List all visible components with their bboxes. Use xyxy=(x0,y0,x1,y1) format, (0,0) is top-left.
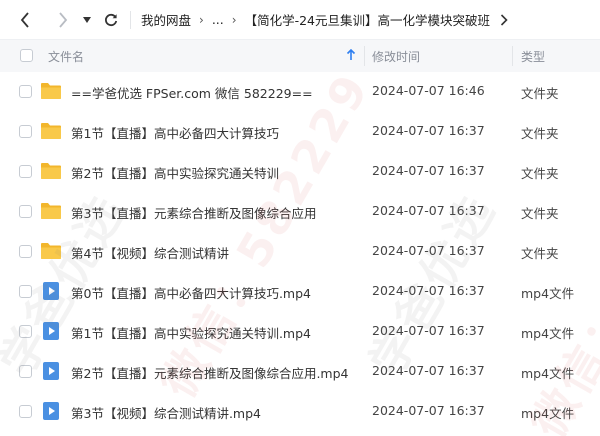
file-row[interactable]: ==学爸优选 FPSer.com 微信 582229== 2024-07-07 1… xyxy=(0,72,600,112)
row-checkbox[interactable] xyxy=(19,365,32,378)
file-type: 文件夹 xyxy=(521,206,559,221)
file-row[interactable]: 第2节【直播】高中实验探究通关特训 2024-07-07 16:37 文件夹 xyxy=(0,152,600,192)
file-name[interactable]: 第2节【直播】元素综合推断及图像综合应用.mp4 xyxy=(71,363,349,382)
folder-icon xyxy=(40,81,62,101)
video-file-icon xyxy=(40,281,62,301)
file-type: mp4文件 xyxy=(521,406,575,421)
breadcrumb: 我的网盘 › ... › 【简化学-24元旦集训】高一化学模块突破班 xyxy=(141,10,508,29)
breadcrumb-ellipsis[interactable]: ... xyxy=(212,12,224,27)
modified-time: 2024-07-07 16:37 xyxy=(372,403,485,418)
row-checkbox[interactable] xyxy=(19,85,32,98)
breadcrumb-root[interactable]: 我的网盘 xyxy=(141,10,191,29)
file-type: 文件夹 xyxy=(521,246,559,261)
file-row[interactable]: 第1节【直播】高中实验探究通关特训.mp4 2024-07-07 16:37 mp4… xyxy=(0,312,600,352)
refresh-icon xyxy=(105,13,118,26)
video-file-icon xyxy=(40,401,62,421)
folder-icon xyxy=(40,241,62,261)
modified-time: 2024-07-07 16:37 xyxy=(372,123,485,138)
file-name[interactable]: 第3节【直播】元素综合推断及图像综合应用 xyxy=(71,203,316,222)
nav-divider xyxy=(130,10,131,29)
row-checkbox[interactable] xyxy=(19,125,32,138)
video-file-icon xyxy=(40,321,62,341)
select-all-checkbox[interactable] xyxy=(20,49,33,62)
file-type: 文件夹 xyxy=(521,86,559,101)
modified-time: 2024-07-07 16:37 xyxy=(372,323,485,338)
file-name[interactable]: 第4节【视频】综合测试精讲 xyxy=(71,243,229,262)
sort-ascending-icon[interactable] xyxy=(346,48,356,64)
back-button[interactable] xyxy=(16,11,34,29)
file-type: mp4文件 xyxy=(521,286,575,301)
column-divider[interactable] xyxy=(364,46,365,66)
file-name[interactable]: 第2节【直播】高中实验探究通关特训 xyxy=(71,163,279,182)
chevron-right-icon xyxy=(500,13,508,26)
folder-icon xyxy=(40,161,62,181)
folder-icon xyxy=(40,201,62,221)
breadcrumb-separator: › xyxy=(231,12,237,27)
modified-time: 2024-07-07 16:46 xyxy=(372,83,485,98)
row-checkbox[interactable] xyxy=(19,165,32,178)
file-list-header: 文件名 修改时间 类型 xyxy=(0,40,600,72)
modified-time: 2024-07-07 16:37 xyxy=(372,363,485,378)
row-checkbox[interactable] xyxy=(19,325,32,338)
chevron-left-icon xyxy=(20,11,29,28)
row-checkbox[interactable] xyxy=(19,405,32,418)
file-row[interactable]: 第0节【直播】高中必备四大计算技巧.mp4 2024-07-07 16:37 mp4… xyxy=(0,272,600,312)
folder-icon xyxy=(40,121,62,141)
chevron-right-icon xyxy=(59,11,68,28)
column-header-name[interactable]: 文件名 xyxy=(48,48,84,65)
file-type: 文件夹 xyxy=(521,126,559,141)
forward-button[interactable] xyxy=(54,11,72,29)
column-divider[interactable] xyxy=(512,46,513,66)
file-row[interactable]: 第3节【直播】元素综合推断及图像综合应用 2024-07-07 16:37 文件夹 xyxy=(0,192,600,232)
file-name[interactable]: 第3节【视频】综合测试精讲.mp4 xyxy=(71,403,261,422)
breadcrumb-current[interactable]: 【简化学-24元旦集训】高一化学模块突破班 xyxy=(245,10,490,29)
file-name[interactable]: ==学爸优选 FPSer.com 微信 582229== xyxy=(71,83,313,102)
file-row[interactable]: 第1节【直播】高中必备四大计算技巧 2024-07-07 16:37 文件夹 xyxy=(0,112,600,152)
file-type: 文件夹 xyxy=(521,166,559,181)
history-dropdown-button[interactable] xyxy=(80,11,94,29)
row-checkbox[interactable] xyxy=(19,205,32,218)
file-row[interactable]: 第4节【视频】综合测试精讲 2024-07-07 16:37 文件夹 xyxy=(0,232,600,272)
file-type: mp4文件 xyxy=(521,326,575,341)
file-name[interactable]: 第1节【直播】高中实验探究通关特训.mp4 xyxy=(71,323,311,342)
video-file-icon xyxy=(40,361,62,381)
breadcrumb-separator: › xyxy=(199,12,204,27)
row-checkbox[interactable] xyxy=(19,285,32,298)
navigation-bar: 我的网盘 › ... › 【简化学-24元旦集训】高一化学模块突破班 xyxy=(0,0,600,40)
modified-time: 2024-07-07 16:37 xyxy=(372,163,485,178)
caret-down-icon xyxy=(83,16,91,23)
file-row[interactable]: 第2节【直播】元素综合推断及图像综合应用.mp4 2024-07-07 16:37… xyxy=(0,352,600,392)
breadcrumb-expand-button[interactable] xyxy=(500,13,508,26)
refresh-button[interactable] xyxy=(102,11,120,29)
modified-time: 2024-07-07 16:37 xyxy=(372,283,485,298)
file-name[interactable]: 第0节【直播】高中必备四大计算技巧.mp4 xyxy=(71,283,311,302)
modified-time: 2024-07-07 16:37 xyxy=(372,203,485,218)
column-header-type[interactable]: 类型 xyxy=(521,48,545,65)
file-name[interactable]: 第1节【直播】高中必备四大计算技巧 xyxy=(71,123,279,142)
file-type: mp4文件 xyxy=(521,366,575,381)
column-header-modified[interactable]: 修改时间 xyxy=(372,48,420,65)
row-checkbox[interactable] xyxy=(19,245,32,258)
file-row[interactable]: 第3节【视频】综合测试精讲.mp4 2024-07-07 16:37 mp4文件 xyxy=(0,392,600,432)
modified-time: 2024-07-07 16:37 xyxy=(372,243,485,258)
file-list: ==学爸优选 FPSer.com 微信 582229== 2024-07-07 1… xyxy=(0,72,600,432)
